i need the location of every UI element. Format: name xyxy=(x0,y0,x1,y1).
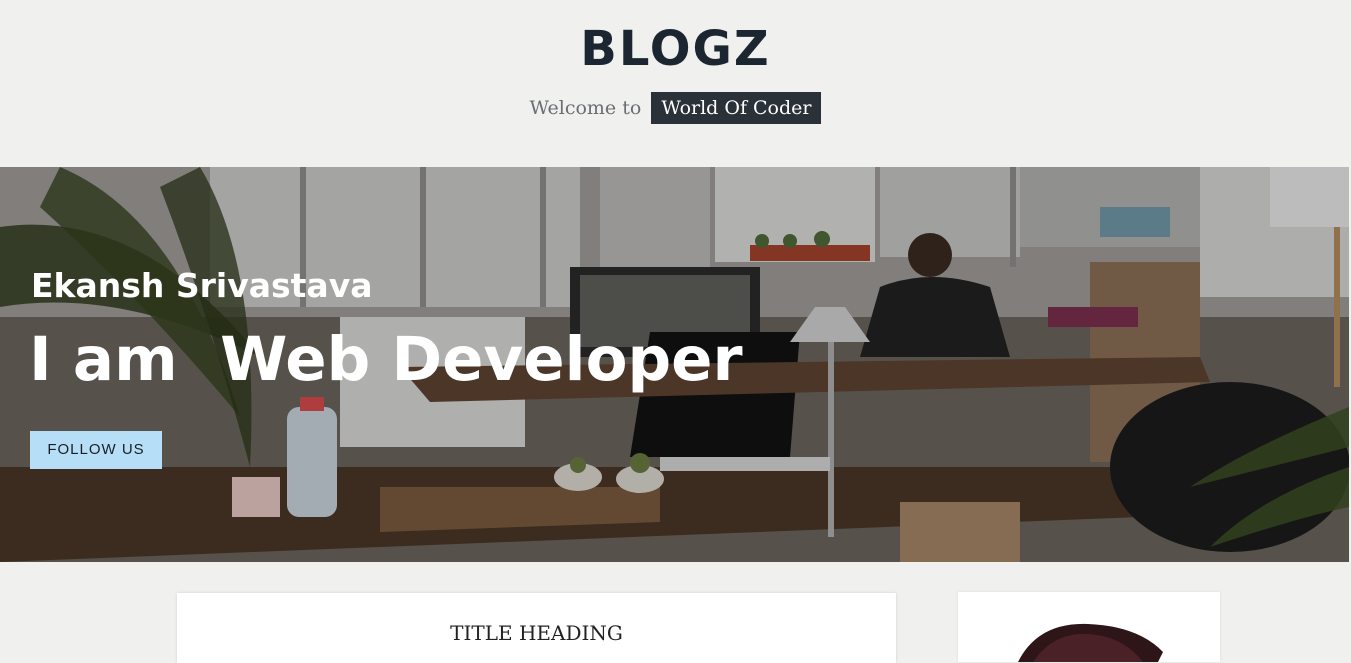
hero-headline: I am Web Developer xyxy=(29,324,743,395)
site-logo[interactable]: BLOGZ xyxy=(0,20,1351,78)
site-header: BLOGZ Welcome to World Of Coder xyxy=(0,0,1351,167)
avatar-icon xyxy=(1018,623,1163,662)
hero-banner: Ekansh Srivastava I am Web Developer FOL… xyxy=(0,167,1349,562)
site-tagline: Welcome to World Of Coder xyxy=(0,92,1351,124)
post-title[interactable]: TITLE HEADING xyxy=(177,620,896,646)
welcome-highlight-badge: World Of Coder xyxy=(651,92,822,124)
welcome-text: Welcome to xyxy=(529,97,642,119)
follow-us-button[interactable]: FOLLOW US xyxy=(30,431,162,469)
sidebar-profile-card xyxy=(958,592,1220,662)
hero-author-name: Ekansh Srivastava xyxy=(31,266,373,305)
post-card: TITLE HEADING xyxy=(177,593,896,663)
